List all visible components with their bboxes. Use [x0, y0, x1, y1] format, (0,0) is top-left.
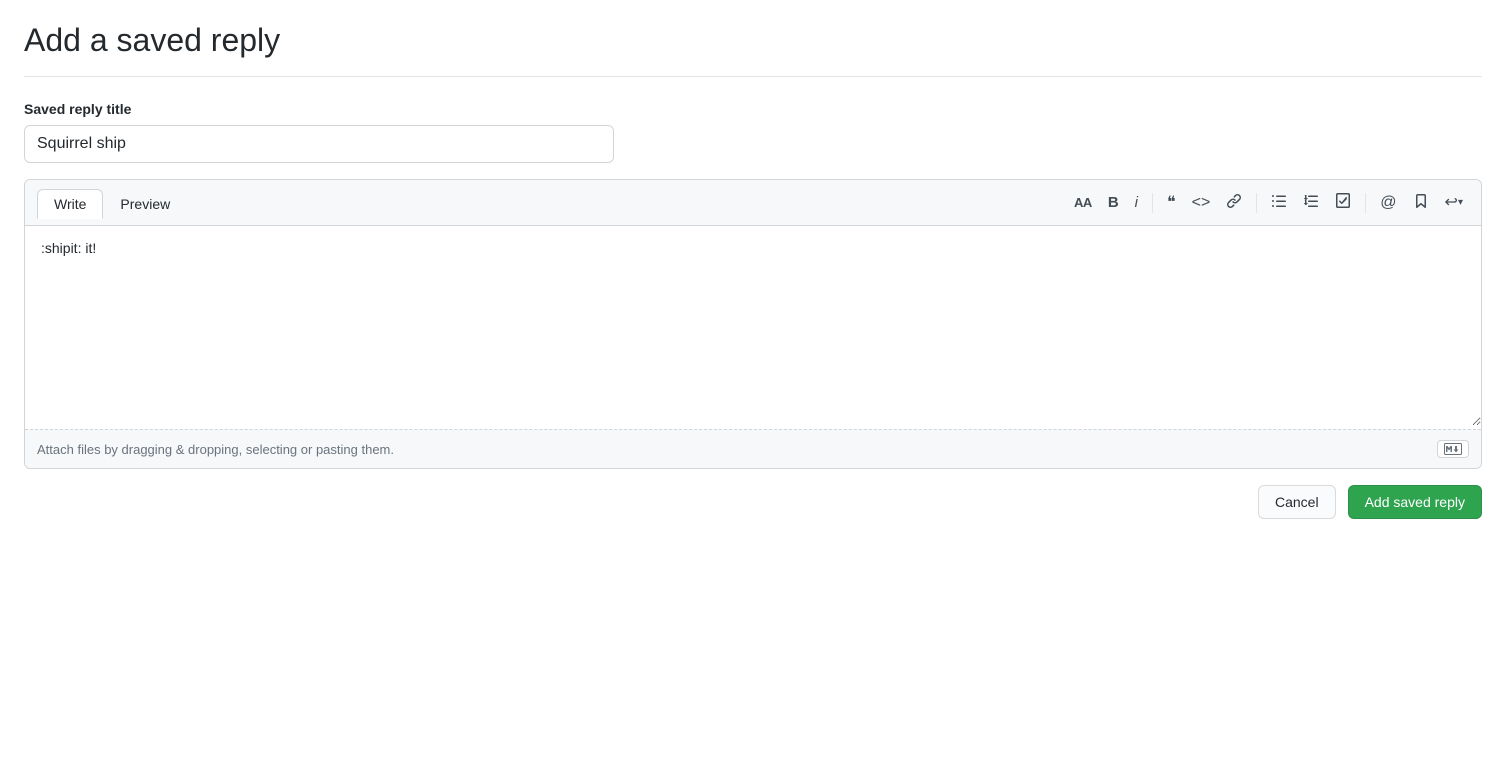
tab-write[interactable]: Write: [37, 189, 103, 219]
task-list-button[interactable]: [1329, 189, 1357, 217]
reply-button[interactable]: ↩ ▾: [1439, 191, 1469, 215]
task-list-icon: [1335, 193, 1351, 213]
add-saved-reply-button[interactable]: Add saved reply: [1348, 485, 1482, 519]
bold-button[interactable]: B: [1102, 191, 1125, 214]
text-size-icon: AA: [1074, 196, 1092, 209]
editor-footer: Attach files by dragging & dropping, sel…: [25, 429, 1481, 468]
page-title: Add a saved reply: [24, 20, 1482, 60]
toolbar-sep-2: [1256, 193, 1257, 213]
tab-preview[interactable]: Preview: [103, 189, 187, 219]
quote-button[interactable]: ❝: [1161, 191, 1182, 215]
editor-header: Write Preview AA B i ❝ <>: [25, 180, 1481, 226]
quote-icon: ❝: [1167, 195, 1176, 211]
title-label: Saved reply title: [24, 101, 1482, 117]
text-size-button[interactable]: AA: [1068, 192, 1098, 213]
title-divider: [24, 76, 1482, 77]
link-button[interactable]: [1220, 189, 1248, 217]
saved-replies-button[interactable]: [1407, 189, 1435, 217]
italic-button[interactable]: i: [1129, 191, 1144, 214]
attach-hint: Attach files by dragging & dropping, sel…: [37, 442, 394, 457]
form-actions: Cancel Add saved reply: [24, 485, 1482, 519]
mention-button[interactable]: @: [1374, 191, 1402, 215]
reply-chevron-icon: ▾: [1458, 198, 1463, 208]
code-icon: <>: [1192, 195, 1211, 211]
ordered-list-icon: [1303, 193, 1319, 213]
unordered-list-icon: [1271, 193, 1287, 213]
markdown-icon: [1437, 440, 1469, 458]
editor-tabs: Write Preview: [37, 188, 187, 217]
editor-container: Write Preview AA B i ❝ <>: [24, 179, 1482, 469]
editor-textarea[interactable]: :shipit: it!: [25, 226, 1481, 426]
reply-icon: ↩: [1445, 195, 1458, 211]
mention-icon: @: [1380, 195, 1396, 211]
bookmark-icon: [1413, 193, 1429, 213]
editor-toolbar: AA B i ❝ <>: [1068, 189, 1469, 217]
code-button[interactable]: <>: [1186, 191, 1217, 215]
italic-icon: i: [1135, 195, 1138, 210]
link-icon: [1226, 193, 1242, 213]
title-input[interactable]: [24, 125, 614, 163]
bold-icon: B: [1108, 195, 1119, 210]
toolbar-sep-1: [1152, 193, 1153, 213]
unordered-list-button[interactable]: [1265, 189, 1293, 217]
editor-body: :shipit: it!: [25, 226, 1481, 429]
cancel-button[interactable]: Cancel: [1258, 485, 1336, 519]
ordered-list-button[interactable]: [1297, 189, 1325, 217]
toolbar-sep-3: [1365, 193, 1366, 213]
